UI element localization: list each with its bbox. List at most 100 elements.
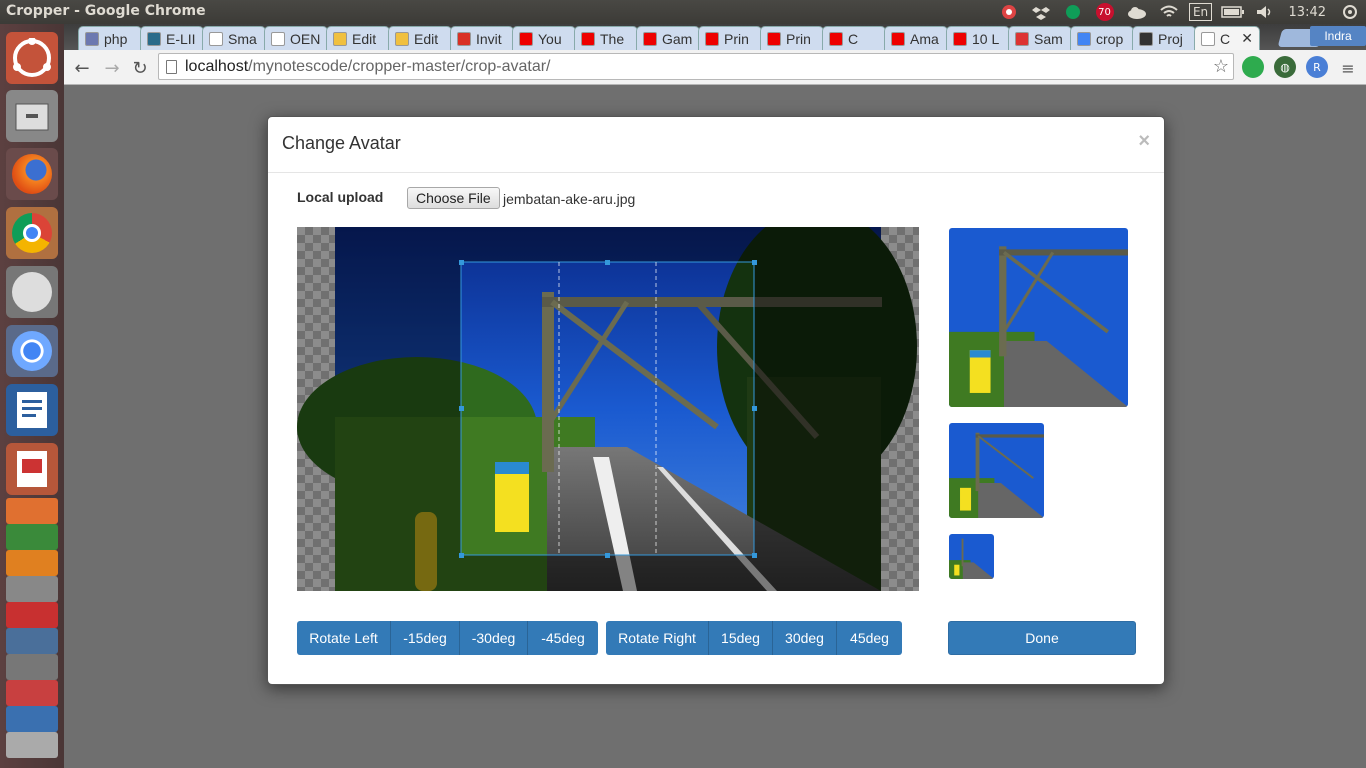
browser-tab[interactable]: crop: [1070, 26, 1134, 50]
software-center-icon[interactable]: [6, 498, 58, 524]
keyboard-layout-indicator[interactable]: En: [1185, 0, 1217, 24]
browser-tab[interactable]: Edit: [326, 26, 390, 50]
firefox-icon[interactable]: [6, 148, 58, 200]
tab-favicon-icon: [395, 31, 409, 46]
crop-canvas[interactable]: [297, 227, 919, 591]
power-gear-icon[interactable]: [1334, 0, 1366, 24]
tab-label: Proj: [1158, 30, 1183, 47]
terminal-icon[interactable]: [6, 654, 58, 680]
forward-icon[interactable]: →: [100, 56, 124, 80]
chromium-icon[interactable]: [6, 325, 58, 377]
address-bar[interactable]: localhost/mynotescode/cropper-master/cro…: [158, 53, 1234, 80]
back-icon[interactable]: ←: [70, 56, 94, 80]
browser-tab[interactable]: 10 L: [946, 26, 1010, 50]
reload-icon[interactable]: ↻: [128, 56, 152, 80]
rotate-left-button[interactable]: Rotate Left: [297, 621, 391, 655]
calc-icon[interactable]: [6, 524, 58, 550]
tab-label: The: [600, 30, 625, 47]
crop-selection-frame[interactable]: [297, 227, 919, 591]
volume-icon[interactable]: [1249, 0, 1281, 24]
tab-favicon-icon: [581, 31, 595, 46]
launcher-sidebar: [0, 24, 64, 768]
tab-label: Sma: [228, 30, 257, 47]
url-host: localhost: [185, 58, 249, 75]
rotate-minus-30-button[interactable]: -30deg: [460, 621, 528, 655]
hangouts-icon[interactable]: [1057, 0, 1089, 24]
tab-favicon-icon: [147, 31, 161, 46]
app-icon[interactable]: [6, 680, 58, 706]
rotate-plus-45-button[interactable]: 45deg: [837, 621, 902, 655]
modal-close-icon[interactable]: ×: [1138, 130, 1150, 153]
browser-tab[interactable]: Sam: [1008, 26, 1072, 50]
done-button[interactable]: Done: [948, 621, 1136, 655]
modal-header: Change Avatar ×: [268, 117, 1164, 173]
clock[interactable]: 13:42: [1281, 0, 1334, 24]
browser-tab[interactable]: Prin: [698, 26, 762, 50]
mysql-workbench-icon[interactable]: [6, 628, 58, 654]
rotate-minus-15-button[interactable]: -15deg: [391, 621, 460, 655]
browser-window: php E-LII Sma OEN Edit Edit Invit You The Gam Prin…: [64, 24, 1366, 85]
rotate-right-button[interactable]: Rotate Right: [606, 621, 709, 655]
wifi-icon[interactable]: [1153, 0, 1185, 24]
user-profile-button[interactable]: Indra: [1310, 26, 1366, 46]
rotate-plus-30-button[interactable]: 30deg: [773, 621, 837, 655]
trash-icon[interactable]: [6, 732, 58, 758]
notification-badge[interactable]: 70: [1089, 0, 1121, 24]
update-icon[interactable]: [993, 0, 1025, 24]
browser-tab[interactable]: The: [574, 26, 638, 50]
tab-label: Prin: [786, 30, 811, 47]
tool-icon[interactable]: [6, 576, 58, 602]
choose-file-button[interactable]: Choose File: [407, 187, 500, 209]
evernote-extension-icon[interactable]: [1242, 56, 1264, 78]
filezilla-icon[interactable]: [6, 602, 58, 628]
chrome-icon[interactable]: [6, 207, 58, 259]
avatar-preview-small: [949, 534, 994, 579]
libreoffice-writer-icon[interactable]: [6, 384, 58, 436]
browser-tab[interactable]: Edit: [388, 26, 452, 50]
menu-icon[interactable]: ≡: [1336, 56, 1360, 80]
browser-tab[interactable]: OEN: [264, 26, 328, 50]
rotate-left-group: Rotate Left -15deg -30deg -45deg: [297, 621, 598, 655]
browser-tab[interactable]: Ama: [884, 26, 948, 50]
browser-tab[interactable]: php: [78, 26, 142, 50]
tab-close-icon[interactable]: ✕: [1241, 30, 1253, 47]
mail-icon[interactable]: [6, 706, 58, 732]
browser-tab[interactable]: Prin: [760, 26, 824, 50]
bookmark-star-icon[interactable]: ☆: [1213, 54, 1229, 79]
tab-label: OEN: [290, 30, 321, 47]
libreoffice-impress-icon[interactable]: [6, 443, 58, 495]
tab-favicon-icon: [271, 31, 285, 46]
tab-favicon-icon: [1139, 31, 1153, 46]
amazon-icon[interactable]: [6, 550, 58, 576]
tab-favicon-icon: [705, 31, 719, 46]
tab-favicon-icon: [1015, 31, 1029, 46]
rotate-plus-15-button[interactable]: 15deg: [709, 621, 773, 655]
tab-label: Edit: [352, 30, 377, 47]
tab-label: Gam: [662, 30, 693, 47]
browser-tab[interactable]: You: [512, 26, 576, 50]
files-icon[interactable]: [6, 90, 58, 142]
battery-icon[interactable]: [1217, 0, 1249, 24]
r-extension-icon[interactable]: R: [1306, 56, 1328, 78]
globe-extension-icon[interactable]: ◍: [1274, 56, 1296, 78]
browser-tab[interactable]: Proj: [1132, 26, 1196, 50]
url-path: /mynotescode/cropper-master/crop-avatar/: [248, 58, 551, 75]
browser-tab[interactable]: C ✕: [1194, 26, 1260, 50]
tab-strip: php E-LII Sma OEN Edit Edit Invit You The Gam Prin…: [64, 24, 1366, 50]
browser-tab[interactable]: E-LII: [140, 26, 204, 50]
page-content: Change Avatar × Local upload Choose File…: [64, 85, 1366, 768]
browser-tab[interactable]: Gam: [636, 26, 700, 50]
cloud-icon[interactable]: [1121, 0, 1153, 24]
tab-favicon-icon: [891, 31, 905, 46]
rotate-minus-45-button[interactable]: -45deg: [528, 621, 598, 655]
file-name: jembatan-ake-aru.jpg: [503, 191, 636, 207]
upload-label: Local upload: [297, 189, 384, 205]
dropbox-icon[interactable]: [1025, 0, 1057, 24]
browser-tab[interactable]: Sma: [202, 26, 266, 50]
modal-title: Change Avatar: [282, 133, 401, 153]
avatar-preview-medium: [949, 423, 1044, 518]
browser-tab[interactable]: Invit: [450, 26, 514, 50]
ubuntu-dash-icon[interactable]: [6, 32, 58, 84]
gimp-icon[interactable]: [6, 266, 58, 318]
browser-tab[interactable]: C: [822, 26, 886, 50]
